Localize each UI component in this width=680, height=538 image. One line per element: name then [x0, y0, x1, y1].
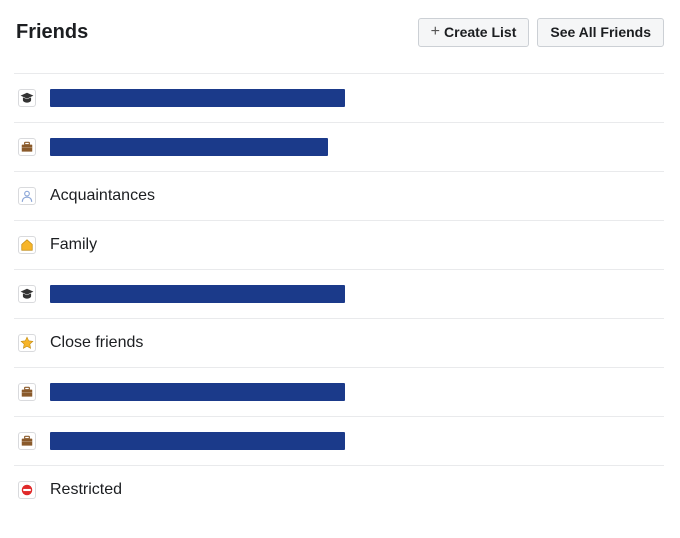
briefcase-icon — [18, 432, 36, 450]
redacted-label — [50, 89, 345, 107]
grad-cap-icon — [18, 285, 36, 303]
list-item-label: Close friends — [50, 334, 143, 352]
grad-cap-icon — [18, 89, 36, 107]
create-list-label: Create List — [444, 25, 516, 39]
redacted-label — [50, 432, 345, 450]
briefcase-icon — [18, 138, 36, 156]
plus-icon: + — [431, 26, 440, 39]
create-list-button[interactable]: + Create List — [418, 18, 530, 47]
list-item[interactable]: Family — [14, 220, 664, 269]
list-item[interactable]: Acquaintances — [14, 171, 664, 220]
redacted-label — [50, 383, 345, 401]
person-icon — [18, 187, 36, 205]
see-all-friends-label: See All Friends — [550, 25, 651, 39]
restricted-icon — [18, 481, 36, 499]
briefcase-icon — [18, 383, 36, 401]
list-item-label: Acquaintances — [50, 187, 155, 205]
list-item-label: Restricted — [50, 481, 122, 499]
page-title: Friends — [16, 21, 88, 44]
list-item[interactable] — [14, 367, 664, 416]
list-item[interactable]: Restricted — [14, 465, 664, 514]
list-item[interactable] — [14, 73, 664, 122]
redacted-label — [50, 138, 328, 156]
panel-header: Friends + Create List See All Friends — [14, 14, 664, 73]
redacted-label — [50, 285, 345, 303]
list-item[interactable] — [14, 122, 664, 171]
list-item[interactable]: Close friends — [14, 318, 664, 367]
header-buttons: + Create List See All Friends — [418, 18, 664, 47]
star-icon — [18, 334, 36, 352]
home-icon — [18, 236, 36, 254]
list-item[interactable] — [14, 416, 664, 465]
friends-panel: Friends + Create List See All Friends Ac… — [0, 0, 680, 538]
list-item-label: Family — [50, 236, 97, 254]
list-item[interactable] — [14, 269, 664, 318]
see-all-friends-button[interactable]: See All Friends — [537, 18, 664, 47]
friend-lists: Acquaintances Family Close friends Restrict… — [14, 73, 664, 514]
